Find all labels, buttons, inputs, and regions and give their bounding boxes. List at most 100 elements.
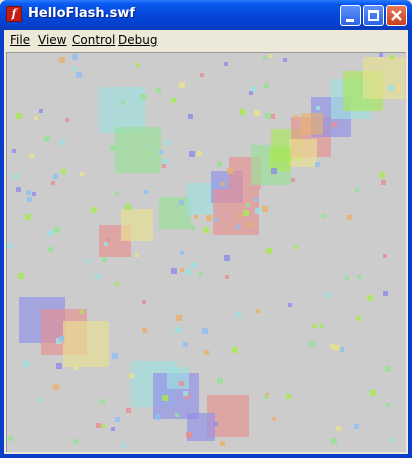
stage-dot bbox=[65, 118, 69, 122]
stage-dot bbox=[148, 151, 152, 155]
stage-dot bbox=[390, 438, 394, 442]
stage-dot bbox=[51, 181, 55, 185]
stage-dot bbox=[186, 432, 192, 438]
stage-dot bbox=[100, 399, 105, 404]
stage-dot bbox=[60, 140, 65, 145]
stage-dot bbox=[125, 204, 131, 210]
stage-dot bbox=[309, 341, 315, 347]
menu-debug-label: Debug bbox=[118, 33, 158, 47]
maximize-icon bbox=[368, 10, 379, 21]
close-button[interactable] bbox=[386, 5, 407, 26]
stage-dot bbox=[14, 174, 19, 179]
stage-dot bbox=[34, 116, 38, 120]
stage-dot bbox=[144, 190, 148, 194]
stage-dot bbox=[197, 151, 202, 156]
stage-dot bbox=[80, 172, 84, 176]
stage-dot bbox=[54, 227, 60, 233]
stage-square bbox=[63, 321, 109, 367]
minimize-button[interactable] bbox=[340, 5, 361, 26]
stage-dot bbox=[312, 324, 316, 328]
menu-bar: File View Control Debug bbox=[4, 30, 408, 50]
stage-dot bbox=[23, 361, 29, 367]
stage-dot bbox=[243, 210, 249, 216]
stage-dot bbox=[249, 91, 253, 95]
menu-debug[interactable]: Debug bbox=[118, 33, 157, 47]
stage-dot bbox=[331, 438, 337, 444]
stage-dot bbox=[227, 168, 233, 174]
stage-dot bbox=[162, 164, 166, 168]
stage-dot bbox=[224, 62, 228, 66]
stage-dot bbox=[53, 174, 58, 179]
stage-dot bbox=[8, 436, 13, 441]
stage-dot bbox=[385, 366, 391, 372]
stage-dot bbox=[183, 342, 188, 347]
stage-dot bbox=[73, 365, 78, 370]
stage-dot bbox=[91, 207, 97, 213]
stage-dot bbox=[96, 423, 101, 428]
stage-dot bbox=[47, 230, 53, 236]
title-bar[interactable]: f HelloFlash.swf bbox=[0, 0, 412, 30]
stage-dot bbox=[126, 408, 131, 413]
flash-player-icon[interactable]: f bbox=[6, 6, 22, 22]
stage-dot bbox=[73, 67, 77, 71]
stage-dot bbox=[39, 109, 43, 113]
stage-dot bbox=[171, 268, 177, 274]
stage-dot bbox=[176, 315, 182, 321]
stage-dot bbox=[217, 378, 223, 384]
stage-dot bbox=[381, 180, 386, 185]
stage-dot bbox=[183, 391, 188, 396]
stage-dot bbox=[29, 153, 34, 158]
stage-dot bbox=[200, 73, 204, 77]
stage-dot bbox=[336, 426, 341, 431]
stage-dot bbox=[101, 424, 105, 428]
stage-dot bbox=[26, 190, 31, 195]
menu-control[interactable]: Control bbox=[72, 33, 115, 47]
stage-dot bbox=[179, 200, 184, 205]
stage-dot bbox=[115, 282, 119, 286]
stage-dot bbox=[59, 57, 65, 63]
stage-dot bbox=[163, 159, 168, 164]
stage-dot bbox=[112, 353, 118, 359]
stage-dot bbox=[379, 172, 385, 178]
stage-dot bbox=[175, 327, 181, 333]
stage-dot bbox=[25, 214, 31, 220]
stage-dot bbox=[264, 395, 268, 399]
stage-dot bbox=[135, 253, 139, 257]
stage-dot bbox=[383, 291, 388, 296]
stage-dot bbox=[188, 114, 193, 119]
stage-dot bbox=[155, 414, 161, 420]
stage-dot bbox=[53, 384, 59, 390]
stage-dot bbox=[271, 168, 277, 174]
stage-dot bbox=[12, 149, 16, 153]
maximize-button[interactable] bbox=[363, 5, 384, 26]
stage-dot bbox=[171, 98, 176, 103]
menu-file[interactable]: File bbox=[10, 33, 30, 47]
stage-dot bbox=[206, 215, 212, 221]
stage-square bbox=[289, 139, 317, 167]
stage-dot bbox=[121, 101, 125, 105]
stage-dot bbox=[202, 328, 208, 334]
menu-view[interactable]: View bbox=[38, 33, 66, 47]
stage-dot bbox=[326, 293, 331, 298]
stage-dot bbox=[190, 225, 195, 230]
stage-dot bbox=[32, 192, 36, 196]
stage-dot bbox=[115, 191, 119, 195]
stage-dot bbox=[238, 214, 242, 218]
stage-dot bbox=[203, 227, 209, 233]
stage-dot bbox=[347, 215, 352, 220]
stage-dot bbox=[165, 140, 170, 145]
stage-dot bbox=[246, 203, 250, 207]
stage-dot bbox=[44, 136, 50, 142]
stage-dot bbox=[321, 214, 325, 218]
stage-dot bbox=[262, 206, 268, 212]
stage-dot bbox=[332, 122, 337, 127]
stage-dot bbox=[256, 309, 260, 313]
stage-dot bbox=[248, 222, 253, 227]
flash-stage[interactable] bbox=[6, 52, 406, 452]
stage-square bbox=[363, 57, 405, 99]
stage-dot bbox=[255, 208, 261, 214]
stage-dot bbox=[56, 363, 62, 369]
stage-dot bbox=[236, 225, 240, 229]
stage-dot bbox=[354, 424, 359, 429]
stage-dot bbox=[356, 316, 361, 321]
